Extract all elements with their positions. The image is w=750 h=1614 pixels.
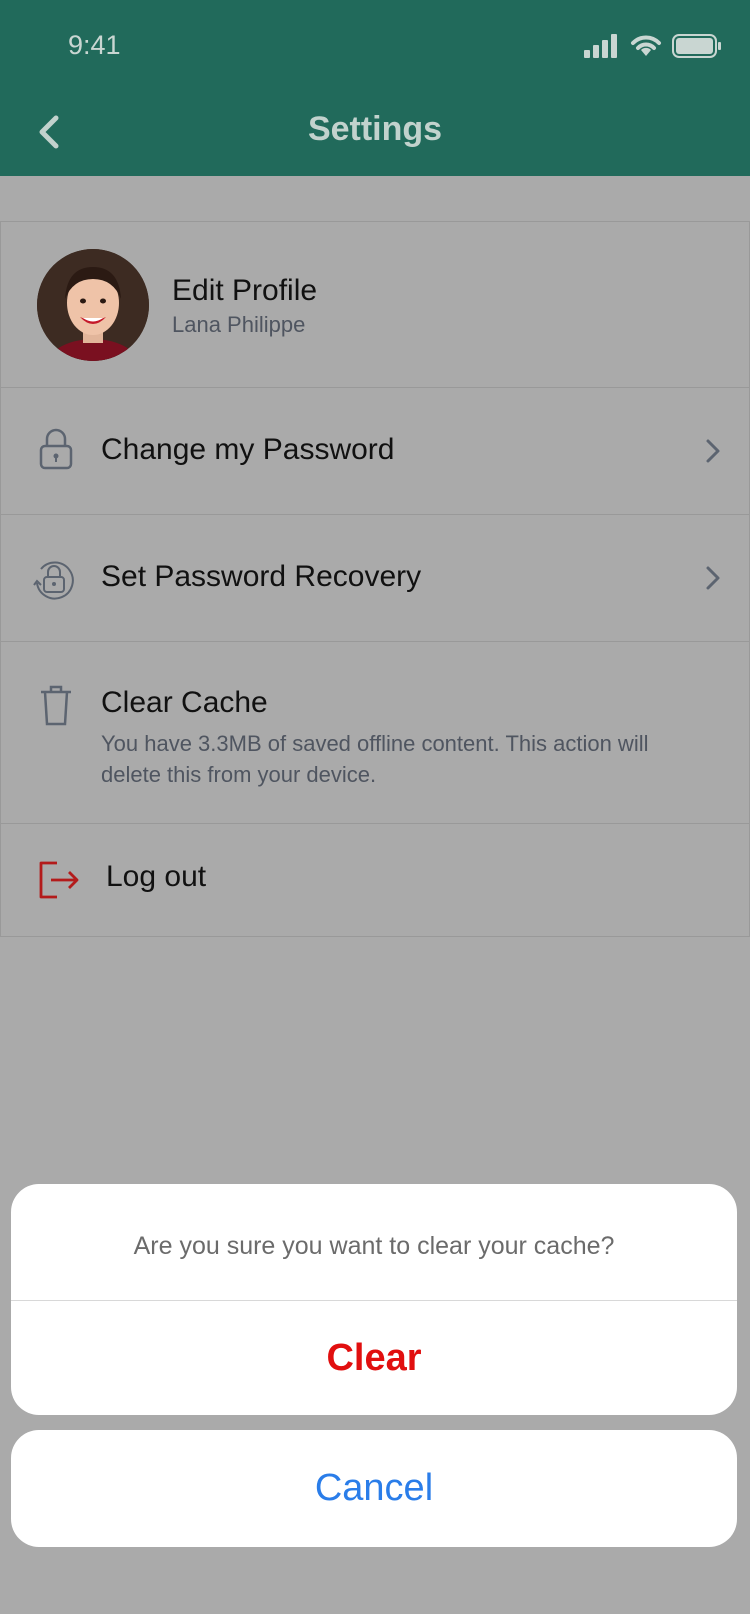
page-title: Settings: [307, 110, 443, 148]
signal-icon: [584, 34, 617, 58]
change-password-label: Change my Password: [101, 433, 395, 466]
trash-icon: [41, 685, 71, 726]
battery-icon: [672, 34, 721, 58]
confirm-message: Are you sure you want to clear your cach…: [133, 1232, 615, 1260]
clear-cache-description: You have 3.3MB of saved offline content.…: [101, 731, 649, 787]
edit-profile-row[interactable]: Edit Profile Lana Philippe: [0, 221, 750, 388]
cancel-button[interactable]: Cancel: [11, 1430, 737, 1547]
wifi-icon: [631, 35, 661, 56]
logout-label: Log out: [106, 860, 207, 893]
change-password-row[interactable]: Change my Password: [0, 388, 750, 515]
chevron-right-icon: [706, 439, 720, 463]
status-icons: [584, 32, 722, 60]
settings-list: Edit Profile Lana Philippe Change my Pas…: [0, 221, 750, 937]
status-time: 9:41: [68, 30, 121, 60]
lock-recovery-icon: [33, 561, 74, 600]
logout-row[interactable]: Log out: [0, 824, 750, 937]
clear-cache-label: Clear Cache: [101, 686, 268, 719]
clear-button[interactable]: Clear: [11, 1301, 737, 1415]
clear-cache-row[interactable]: Clear Cache You have 3.3MB of saved offl…: [0, 642, 750, 824]
profile-name: Lana Philippe: [172, 312, 306, 337]
password-recovery-row[interactable]: Set Password Recovery: [0, 515, 750, 642]
password-recovery-label: Set Password Recovery: [101, 560, 422, 593]
avatar: [37, 249, 149, 361]
chevron-right-icon: [706, 566, 720, 590]
logout-icon: [39, 861, 79, 899]
app-header: 9:41 Settings: [0, 0, 750, 176]
confirm-action-sheet: Are you sure you want to clear your cach…: [11, 1184, 737, 1415]
edit-profile-label: Edit Profile: [172, 274, 318, 307]
lock-icon: [39, 428, 73, 470]
